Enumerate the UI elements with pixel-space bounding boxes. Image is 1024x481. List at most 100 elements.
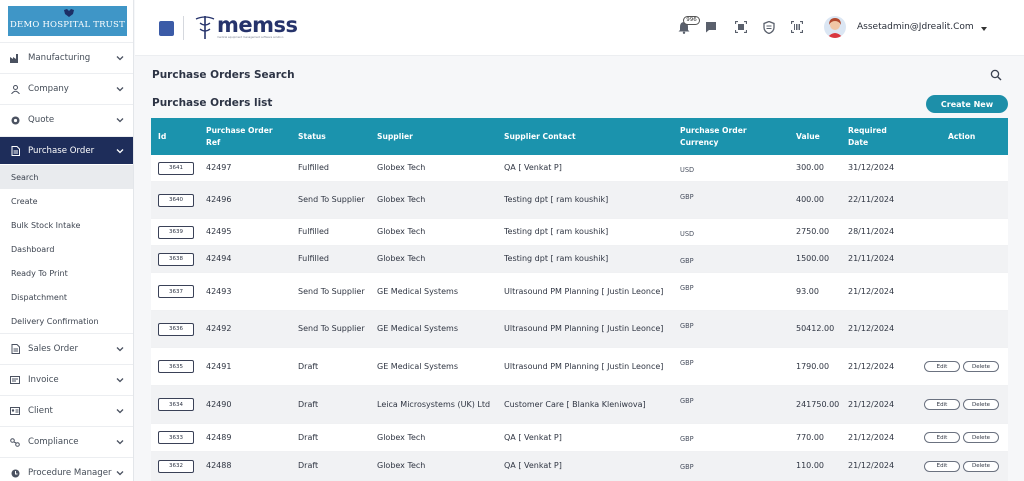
chevron-down-icon [116,440,124,445]
cell-currency: GBP [680,359,694,367]
badge-shield-icon[interactable] [762,20,775,34]
cell-contact: Testing dpt [ ram koushik] [504,227,609,236]
procedure-icon [10,468,20,478]
sidebar-subitem-ready-to-print[interactable]: Ready To Print [0,261,133,285]
table-row[interactable]: 3637 42493 Send To Supplier GE Medical Syst… [151,273,1008,311]
cell-value: 241750.00 [796,399,840,409]
sidebar-subitem-bulk-stock-intake[interactable]: Bulk Stock Intake [0,213,133,237]
cell-currency: USD [680,166,695,174]
table-row[interactable]: 3640 42496 Send To Supplier Globex Tech Test… [151,182,1008,219]
table-row[interactable]: 3634 42490 Draft Leica Microsystems (UK) Lt… [151,386,1008,424]
sidebar-item-manufacturing[interactable]: Manufacturing [0,42,133,73]
cell-supplier: Globex Tech [377,163,426,172]
sidebar-item-company[interactable]: Company [0,73,133,104]
cell-ref: 42490 [206,399,232,409]
column-header-status[interactable]: Status [298,118,326,155]
row-id-chip[interactable]: 3636 [158,322,194,336]
sidebar-item-invoice[interactable]: Invoice [0,364,133,395]
edit-button[interactable]: Edit [924,432,960,443]
qr-scan-icon[interactable] [734,20,747,34]
delete-button[interactable]: Delete [963,399,999,410]
row-id-chip[interactable]: 3640 [158,193,194,207]
table-row[interactable]: 3633 42489 Draft Globex Tech QA [ Venkat P] G… [151,424,1008,452]
edit-button[interactable]: Edit [924,361,960,372]
sidebar-item-procedure-manager[interactable]: Procedure Manager [0,457,133,481]
column-header-currency[interactable]: Purchase Order Currency [680,118,766,155]
user-name[interactable]: Assetadmin@Jdrealit.Com [857,22,974,32]
cell-supplier-container: Globex Tech [377,155,495,181]
sidebar-item-label: Quote [28,115,55,125]
row-id-chip[interactable]: 3641 [158,161,194,175]
row-id-chip[interactable]: 3632 [158,459,194,473]
table-row[interactable]: 3641 42497 Fulfilled Globex Tech QA [ Venkat… [151,155,1008,182]
cell-value-container: 241750.00 [796,386,841,423]
column-header-contact[interactable]: Supplier Contact [504,118,576,155]
delete-button[interactable]: Delete [963,432,999,443]
cell-value: 110.00 [796,461,824,470]
invoice-icon [10,375,20,385]
cell-contact: Testing dpt [ ram koushik] [504,195,609,204]
cell-currency: USD [680,230,695,238]
row-id-chip[interactable]: 3634 [158,398,194,411]
column-header-required-date[interactable]: Required Date [848,118,898,155]
cell-id-chip-container: 3634 [158,386,198,423]
sidebar-item-sales-order[interactable]: Sales Order [0,333,133,364]
row-id-chip[interactable]: 3635 [158,360,194,373]
chat-icon[interactable] [704,20,717,34]
cell-currency-container: USD [680,155,740,181]
sidebar-subitem-search[interactable]: Search [0,165,133,189]
cell-supplier-container: Globex Tech [377,182,495,218]
cell-id-chip-container: 3636 [158,311,198,347]
row-id-chip[interactable]: 3639 [158,225,194,239]
column-header-ref[interactable]: Purchase Order Ref [206,118,286,155]
table-header: Id Purchase Order Ref Status Supplier Su… [151,118,1008,155]
table-row[interactable]: 3635 42491 Draft GE Medical Systems Ultrasou… [151,348,1008,386]
sidebar-subitem-dashboard[interactable]: Dashboard [0,237,133,261]
cell-contact: Ultrasound PM Planning [ Justin Leonce] [504,361,664,371]
cell-supplier: Globex Tech [377,432,426,442]
delete-button[interactable]: Delete [963,361,999,372]
row-id-chip[interactable]: 3633 [158,431,194,444]
cell-contact-container: Testing dpt [ ram koushik] [504,246,669,272]
menu-toggle-button[interactable] [159,21,174,36]
sidebar-item-quote[interactable]: Quote [0,104,133,135]
create-new-button[interactable]: Create New [926,95,1008,113]
cell-contact-container: Testing dpt [ ram koushik] [504,182,669,218]
divider [183,16,184,40]
column-header-value[interactable]: Value [796,118,820,155]
column-header-supplier[interactable]: Supplier [377,118,413,155]
cell-status: Draft [298,361,319,371]
table-row[interactable]: 3638 42494 Fulfilled Globex Tech Testing dpt… [151,246,1008,273]
cell-required-date: 21/12/2024 [848,461,895,470]
table-row[interactable]: 3636 42492 Send To Supplier GE Medical Syst… [151,311,1008,348]
edit-button[interactable]: Edit [924,460,960,472]
cell-contact-container: Testing dpt [ ram koushik] [504,219,669,245]
cell-ref-container: 42489 [206,424,286,451]
row-id-chip[interactable]: 3638 [158,252,194,266]
row-actions: Edit Delete [924,424,1004,451]
table-row[interactable]: 3639 42495 Fulfilled Globex Tech Testing dpt… [151,219,1008,246]
sidebar-subitem-create[interactable]: Create [0,189,133,213]
sidebar-item-client[interactable]: Client [0,395,133,426]
avatar[interactable] [824,16,846,38]
row-id-chip[interactable]: 3637 [158,285,194,298]
cell-required-date: 21/12/2024 [848,286,895,296]
search-icon[interactable] [990,69,1002,81]
sidebar-item-compliance[interactable]: Compliance [0,426,133,457]
sidebar-subitem-delivery-confirmation[interactable]: Delivery Confirmation [0,309,133,333]
sidebar-item-purchase-order[interactable]: Purchase Order [0,136,133,164]
cell-currency: GBP [680,435,694,443]
table-row[interactable]: 3632 42488 Draft Globex Tech QA [ Venkat P] G… [151,452,1008,481]
caret-down-icon[interactable] [981,27,987,31]
cell-supplier-container: GE Medical Systems [377,348,495,385]
cell-status: Fulfilled [298,163,329,172]
column-header-id[interactable]: Id [158,118,166,155]
cell-value: 300.00 [796,163,824,172]
barcode-scan-icon[interactable] [790,20,803,34]
cell-id-chip-container: 3632 [158,452,198,480]
cell-status-container: Send To Supplier [298,273,370,310]
sidebar-subitem-dispatchment[interactable]: Dispatchment [0,285,133,309]
edit-button[interactable]: Edit [924,399,960,410]
delete-button[interactable]: Delete [963,460,999,472]
cell-id-chip-container: 3638 [158,246,198,272]
